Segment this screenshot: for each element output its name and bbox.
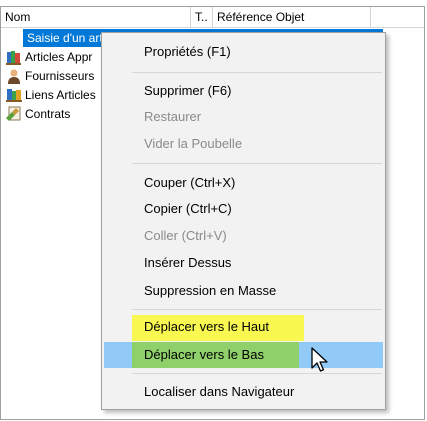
menu-item-label: Insérer Dessus [144, 255, 232, 270]
tree-row-label: Fournisseurs [25, 69, 95, 83]
column-header-reference[interactable]: Référence Objet [213, 7, 371, 27]
menu-item-label: Coller (Ctrl+V) [144, 228, 227, 243]
menu-separator [132, 373, 382, 374]
menu-item-vider-poubelle: Vider la Poubelle [104, 131, 383, 157]
menu-item-label: Déplacer vers le Bas [144, 347, 264, 362]
menu-item-label: Déplacer vers le Haut [144, 319, 269, 334]
menu-item-label: Supprimer (F6) [144, 83, 232, 98]
menu-item-localiser[interactable]: Localiser dans Navigateur [104, 379, 383, 405]
menu-item-label: Couper (Ctrl+X) [144, 175, 236, 190]
menu-separator [132, 72, 382, 73]
tree-row-label: Contrats [25, 107, 71, 121]
tree-row-label: Saisie d'un arti [27, 31, 106, 45]
column-header-name[interactable]: Nom [1, 7, 191, 27]
menu-item-label: Suppression en Masse [144, 283, 277, 298]
menu-item-inserer-dessus[interactable]: Insérer Dessus [104, 250, 383, 276]
menu-item-label: Restaurer [144, 109, 202, 124]
menu-item-couper[interactable]: Couper (Ctrl+X) [104, 170, 383, 196]
menu-item-proprietes[interactable]: Propriétés (F1) [104, 39, 383, 65]
menu-item-copier[interactable]: Copier (Ctrl+C) [104, 196, 383, 222]
column-header-type[interactable]: T.. [191, 7, 213, 27]
menu-item-deplacer-bas[interactable]: Déplacer vers le Bas [104, 342, 383, 368]
column-header: Nom T.. Référence Objet [1, 7, 424, 28]
menu-item-label: Propriétés (F1) [144, 44, 231, 59]
menu-item-label: Localiser dans Navigateur [144, 384, 295, 399]
menu-item-label: Copier (Ctrl+C) [144, 201, 232, 216]
menu-item-label: Vider la Poubelle [144, 136, 243, 151]
contract-icon [6, 106, 21, 121]
menu-separator [132, 309, 382, 310]
mouse-pointer-icon [311, 347, 328, 372]
column-header-extra[interactable] [371, 7, 426, 27]
links-icon [6, 89, 22, 102]
person-icon [8, 69, 20, 84]
menu-item-supprimer[interactable]: Supprimer (F6) [104, 78, 383, 104]
menu-item-restaurer: Restaurer [104, 104, 383, 130]
menu-item-suppression-masse[interactable]: Suppression en Masse [104, 278, 383, 304]
menu-item-deplacer-haut[interactable]: Déplacer vers le Haut [104, 314, 383, 341]
menu-separator [132, 163, 382, 164]
books-icon [6, 51, 21, 65]
context-menu: Propriétés (F1) Supprimer (F6) Restaurer… [101, 32, 386, 410]
tree-row-label: Liens Articles [25, 88, 96, 102]
menu-item-coller: Coller (Ctrl+V) [104, 223, 383, 249]
tree-row-label: Articles Appr [25, 50, 93, 64]
